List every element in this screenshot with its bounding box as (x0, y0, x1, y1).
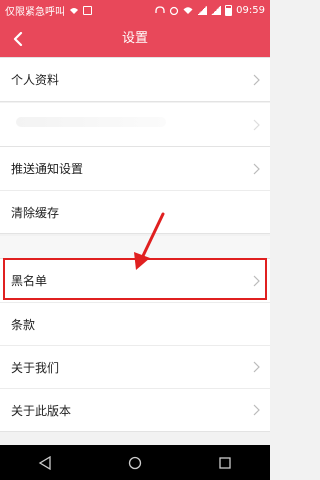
row-label: 关于此版本 (11, 403, 72, 418)
row-about-us[interactable]: 关于我们 (0, 345, 270, 388)
page-title: 设置 (121, 31, 148, 46)
nav-back-icon (38, 455, 51, 470)
headset-icon (155, 6, 165, 13)
chevron-right-icon (253, 361, 260, 373)
signal-icon (197, 6, 208, 15)
row-label: 关于我们 (11, 360, 60, 375)
row-label: 条款 (11, 317, 36, 332)
carrier-text: 仅限紧急呼叫 (5, 7, 65, 18)
nav-recents-button[interactable] (213, 451, 237, 475)
nav-recents-icon (219, 456, 231, 469)
image-notification-icon (83, 6, 92, 15)
row-push-settings[interactable]: 推送通知设置 (0, 147, 270, 190)
row-label: 个人资料 (11, 73, 60, 87)
chevron-right-icon (253, 404, 260, 416)
signal-icon-2 (211, 6, 222, 15)
chevron-right-icon (253, 74, 260, 85)
annotation-arrow-icon (134, 212, 165, 270)
clock-text: 09:59 (236, 5, 265, 16)
nav-home-button[interactable] (123, 451, 147, 475)
app-bar: 设置 (0, 21, 270, 57)
chevron-right-icon (253, 119, 260, 130)
obscured-row (0, 103, 270, 146)
alarm-icon (170, 6, 179, 15)
row-label: 清除缓存 (11, 205, 60, 220)
row-terms[interactable]: 条款 (0, 302, 270, 345)
chevron-right-icon (253, 163, 260, 174)
row-label: 推送通知设置 (11, 162, 84, 176)
wifi-icon (183, 7, 193, 14)
row-profile[interactable]: 个人资料 (0, 58, 270, 101)
system-nav-bar (0, 445, 270, 480)
settings-group-1: 个人资料 (0, 57, 270, 102)
status-bar: 仅限紧急呼叫 09:59 (0, 0, 270, 21)
obscured-content (16, 117, 166, 127)
wifi-small-icon (70, 8, 78, 14)
nav-back-button[interactable] (33, 451, 57, 475)
nav-home-icon (128, 456, 142, 469)
row-about-version[interactable]: 关于此版本 (0, 388, 270, 431)
battery-icon (225, 5, 233, 16)
